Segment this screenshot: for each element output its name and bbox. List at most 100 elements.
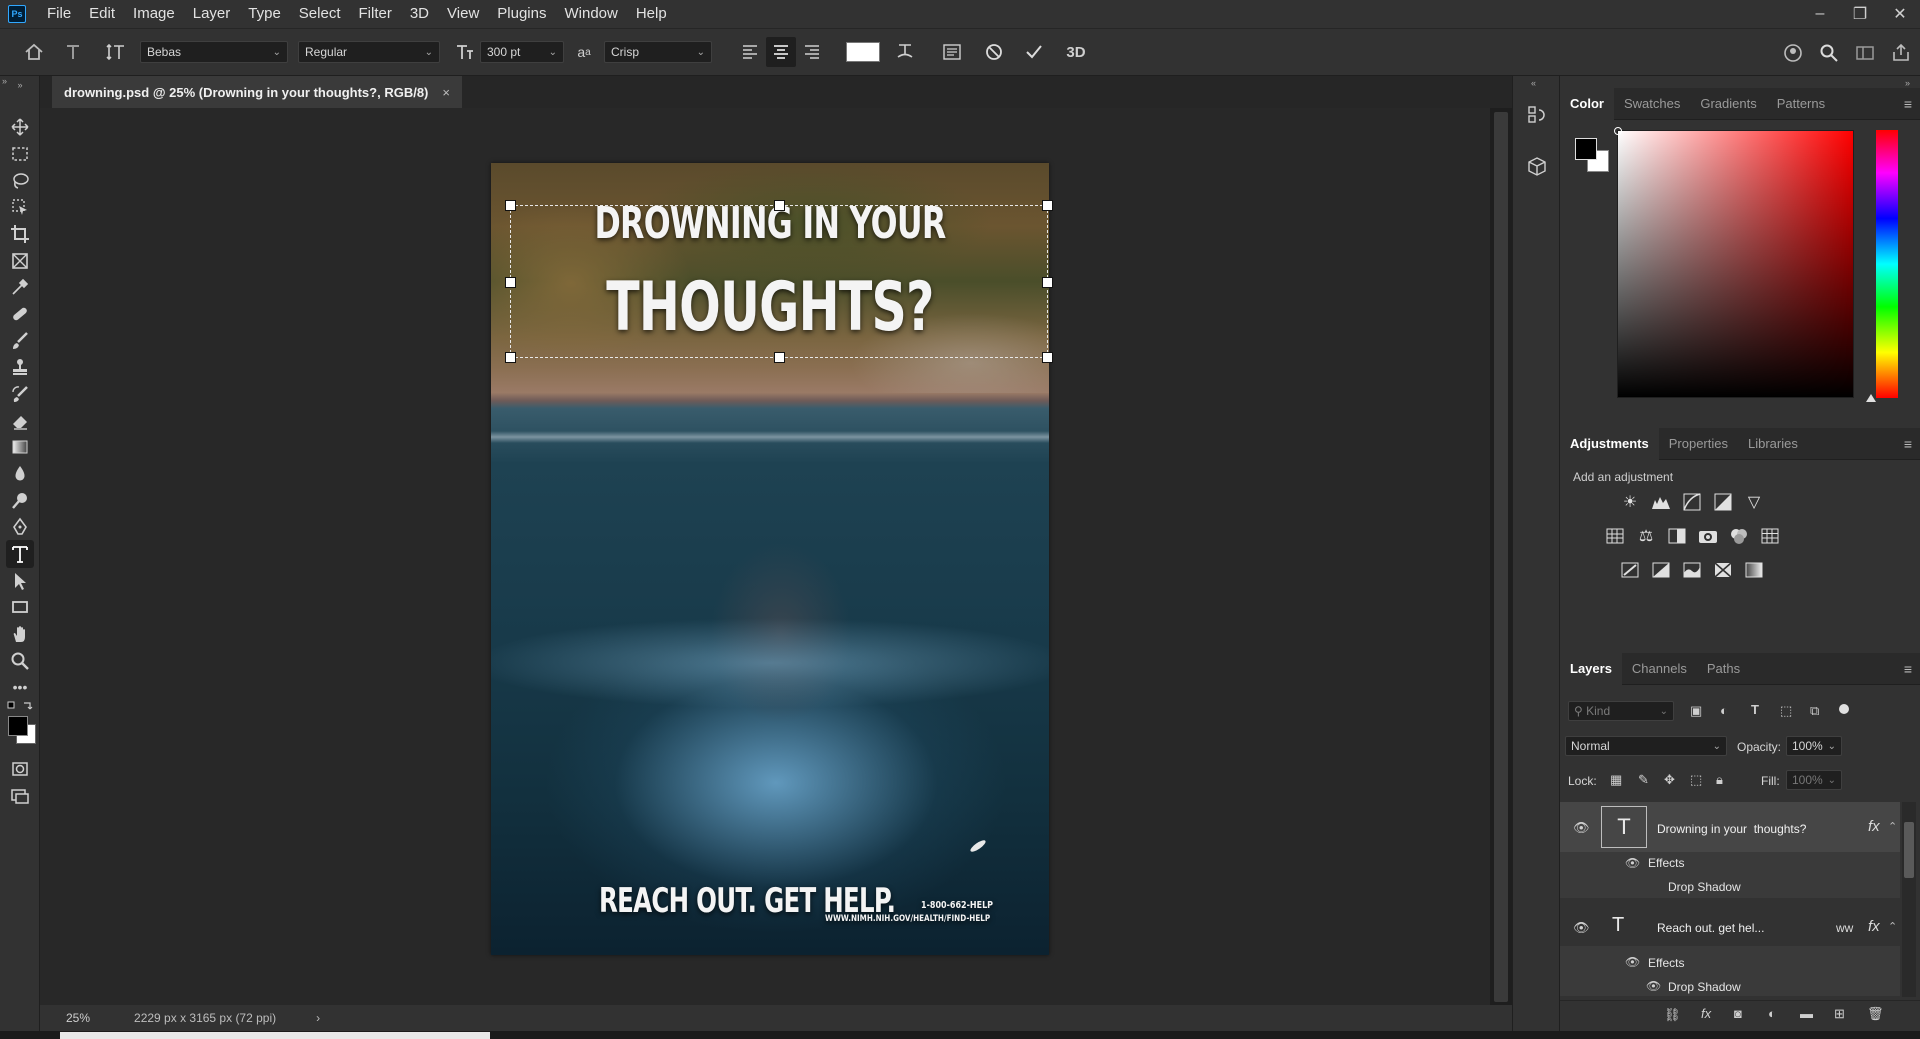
filter-shape-icon[interactable]: ⬚	[1780, 703, 1792, 719]
drop-shadow-effect[interactable]: Drop Shadow	[1668, 980, 1741, 994]
workspace-icon[interactable]	[1854, 38, 1876, 68]
foreground-color-swatch[interactable]	[8, 716, 28, 736]
tab-patterns[interactable]: Patterns	[1767, 88, 1835, 120]
new-group-icon[interactable]: ▬	[1800, 1006, 1813, 1021]
help-url[interactable]: WWW.NIMH.NIH.GOV/HEALTH/FIND-HELP	[825, 914, 990, 924]
new-adjustment-icon[interactable]: ◐	[1768, 1006, 1776, 1021]
eyedropper-tool-icon[interactable]	[6, 273, 34, 301]
tab-color[interactable]: Color	[1560, 87, 1614, 120]
transform-handle[interactable]	[774, 352, 785, 363]
menu-help[interactable]: Help	[627, 0, 676, 28]
screen-mode-icon[interactable]	[6, 782, 34, 810]
quick-mask-icon[interactable]	[6, 755, 34, 783]
font-style-select[interactable]: Regular ⌄	[298, 41, 440, 63]
tab-properties[interactable]: Properties	[1659, 428, 1738, 460]
antialias-select[interactable]: Crisp ⌄	[604, 41, 712, 63]
color-balance-icon[interactable]: ⚖	[1636, 526, 1656, 546]
vibrance-icon[interactable]: ▽	[1744, 492, 1764, 512]
lasso-tool-icon[interactable]	[6, 167, 34, 195]
align-center-icon[interactable]	[766, 37, 796, 67]
drop-shadow-effect[interactable]: Drop Shadow	[1668, 880, 1741, 894]
3d-panel-icon[interactable]	[1526, 156, 1548, 178]
transform-handle[interactable]	[1042, 200, 1053, 211]
object-selection-tool-icon[interactable]	[6, 193, 34, 221]
cancel-icon[interactable]	[974, 37, 1014, 67]
tab-swatches[interactable]: Swatches	[1614, 88, 1690, 120]
close-tab-icon[interactable]: ×	[442, 85, 450, 100]
channel-mixer-icon[interactable]	[1729, 526, 1749, 546]
dodge-tool-icon[interactable]	[6, 487, 34, 515]
transform-handle[interactable]	[505, 277, 516, 288]
restore-button[interactable]: ❐	[1840, 0, 1880, 28]
tab-paths[interactable]: Paths	[1697, 653, 1750, 685]
filter-adjustment-icon[interactable]: ◐	[1720, 703, 1728, 718]
filter-type-icon[interactable]: T	[1751, 702, 1759, 717]
share-icon[interactable]	[1890, 38, 1912, 68]
type-layer-thumbnail-icon[interactable]: T	[1601, 806, 1647, 848]
visibility-eye-icon[interactable]: 👁︎	[1573, 820, 1590, 836]
lock-all-icon[interactable]: 🔒︎	[1716, 772, 1723, 788]
panel-menu-icon[interactable]: ≡	[1904, 96, 1912, 112]
warp-text-icon[interactable]	[880, 37, 930, 67]
lock-artboard-icon[interactable]: ⬚	[1690, 772, 1702, 788]
transform-handle[interactable]	[1042, 352, 1053, 363]
tab-channels[interactable]: Channels	[1622, 653, 1697, 685]
type-layer-icon[interactable]: T	[1612, 914, 1624, 937]
healing-brush-tool-icon[interactable]	[6, 300, 34, 328]
brush-tool-icon[interactable]	[6, 327, 34, 355]
visibility-eye-icon[interactable]: 👁︎	[1573, 920, 1590, 936]
font-family-select[interactable]: Bebas ⌄	[140, 41, 288, 63]
add-mask-icon[interactable]: ◙	[1734, 1006, 1742, 1021]
brightness-contrast-icon[interactable]: ☀	[1620, 492, 1640, 512]
zoom-level[interactable]: 25%	[66, 1011, 90, 1025]
effects-eye-icon[interactable]: 👁︎	[1625, 856, 1640, 870]
text-bounding-box[interactable]	[505, 200, 1053, 363]
commit-check-icon[interactable]	[1014, 37, 1054, 67]
layer-filter-select[interactable]: ⚲ Kind ⌄	[1568, 701, 1674, 721]
blend-mode-select[interactable]: Normal ⌄	[1565, 736, 1727, 756]
color-picker-field[interactable]	[1617, 130, 1854, 398]
info-menu-arrow[interactable]: ›	[316, 1011, 320, 1025]
tab-layers[interactable]: Layers	[1560, 652, 1622, 685]
menu-edit[interactable]: Edit	[80, 0, 124, 28]
tab-adjustments[interactable]: Adjustments	[1560, 427, 1659, 460]
link-layers-icon[interactable]: ⛓︎	[1664, 1007, 1681, 1023]
collapse-icon[interactable]: »	[2, 76, 32, 88]
phone-number[interactable]: 1-800-662-HELP	[921, 900, 993, 911]
filter-smart-object-icon[interactable]: ⧉	[1810, 703, 1819, 719]
panel-menu-icon[interactable]: ≡	[1904, 436, 1912, 452]
menu-file[interactable]: File	[38, 0, 80, 28]
menu-layer[interactable]: Layer	[184, 0, 240, 28]
collapse-panels-icon[interactable]: »	[1905, 78, 1910, 88]
curves-icon[interactable]	[1682, 492, 1702, 512]
lock-transparent-icon[interactable]: ▦	[1610, 772, 1622, 788]
photo-filter-icon[interactable]	[1698, 526, 1718, 546]
effects-eye-icon[interactable]: 👁︎	[1625, 955, 1640, 969]
3d-button[interactable]: 3D	[1054, 37, 1098, 67]
gradient-tool-icon[interactable]	[6, 433, 34, 461]
menu-view[interactable]: View	[438, 0, 488, 28]
minimize-button[interactable]: –	[1800, 0, 1840, 28]
expand-panels-icon[interactable]: «	[1531, 78, 1536, 88]
fx-icon[interactable]: fx	[1868, 818, 1880, 835]
layer-name[interactable]: Drowning in your thoughts?	[1657, 822, 1806, 836]
align-right-icon[interactable]	[796, 37, 828, 67]
menu-window[interactable]: Window	[555, 0, 626, 28]
add-style-icon[interactable]: fx	[1701, 1006, 1711, 1021]
move-tool-icon[interactable]	[6, 113, 34, 141]
close-window-button[interactable]: ✕	[1880, 0, 1920, 28]
collapse-effects-icon[interactable]: ⌃	[1888, 820, 1897, 833]
rectangle-tool-icon[interactable]	[6, 593, 34, 621]
layer-name[interactable]: Reach out. get hel...	[1657, 921, 1764, 935]
gradient-map-icon[interactable]	[1744, 560, 1764, 580]
history-brush-tool-icon[interactable]	[6, 380, 34, 408]
transform-handle[interactable]	[774, 200, 785, 211]
panel-menu-icon[interactable]: ≡	[1904, 661, 1912, 677]
hue-saturation-icon[interactable]	[1605, 526, 1625, 546]
hue-slider-marker[interactable]	[1866, 394, 1876, 402]
home-icon[interactable]	[14, 37, 54, 67]
layers-scrollbar-thumb[interactable]	[1904, 822, 1914, 878]
menu-type[interactable]: Type	[239, 0, 290, 28]
text-color-swatch[interactable]	[846, 42, 880, 62]
lock-pixels-icon[interactable]: ✎	[1638, 772, 1649, 788]
